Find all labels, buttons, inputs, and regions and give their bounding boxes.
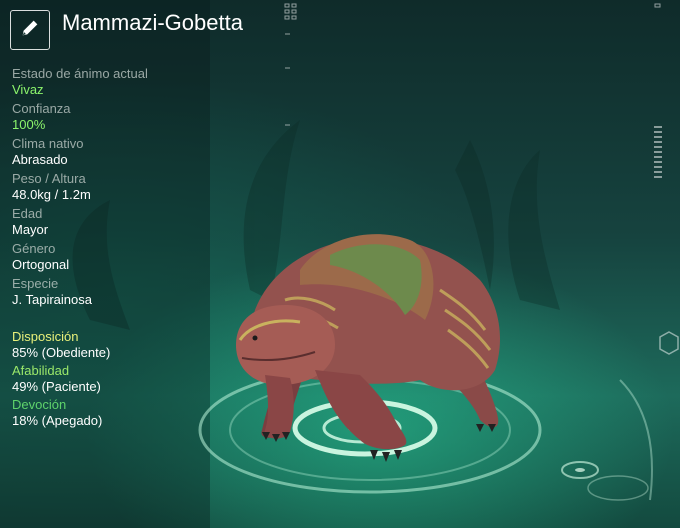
stat-mood: Estado de ánimo actual Vivaz (12, 66, 252, 98)
trait-value: 49% (Paciente) (12, 379, 101, 394)
stat-label: Clima nativo (12, 136, 84, 151)
stat-value: Mayor (12, 222, 49, 237)
stat-value: Abrasado (12, 152, 68, 167)
stat-value: Vivaz (12, 82, 44, 97)
stat-trust: Confianza 100% (12, 101, 252, 133)
stat-species: Especie J. Tapirainosa (12, 276, 252, 308)
traits-panel: Disposición 85% (Obediente) Afabilidad 4… (12, 329, 252, 431)
hexagon-icon[interactable] (658, 330, 680, 361)
stat-value: 100% (12, 117, 46, 132)
stat-gender: Género Ortogonal (12, 241, 252, 273)
stat-value: 48.0kg / 1.2m (12, 187, 91, 202)
trait-label: Afabilidad (12, 363, 70, 378)
header: Mammazi-Gobetta (10, 10, 243, 50)
stat-label: Estado de ánimo actual (12, 66, 148, 81)
stat-climate: Clima nativo Abrasado (12, 136, 252, 168)
stat-age: Edad Mayor (12, 206, 252, 238)
trait-devotion: Devoción 18% (Apegado) (12, 397, 252, 429)
trait-disposition: Disposición 85% (Obediente) (12, 329, 252, 361)
stat-weight-height: Peso / Altura 48.0kg / 1.2m (12, 171, 252, 203)
stat-value: Ortogonal (12, 257, 70, 272)
trait-label: Devoción (12, 397, 67, 412)
trait-value: 85% (Obediente) (12, 345, 111, 360)
edit-name-button[interactable] (10, 10, 50, 50)
stat-label: Peso / Altura (12, 171, 86, 186)
hud-marks (284, 3, 661, 126)
creature-name: Mammazi-Gobetta (62, 10, 243, 35)
stat-label: Género (12, 241, 56, 256)
stats-panel: Estado de ánimo actual Vivaz Confianza 1… (12, 66, 252, 311)
stat-value: J. Tapirainosa (12, 292, 92, 307)
stat-label: Especie (12, 276, 59, 291)
pencil-icon (19, 17, 41, 44)
trait-affability: Afabilidad 49% (Paciente) (12, 363, 252, 395)
stat-label: Edad (12, 206, 43, 221)
trait-value: 18% (Apegado) (12, 413, 103, 428)
stat-label: Confianza (12, 101, 71, 116)
trait-label: Disposición (12, 329, 79, 344)
scroll-indicator[interactable] (654, 126, 662, 181)
